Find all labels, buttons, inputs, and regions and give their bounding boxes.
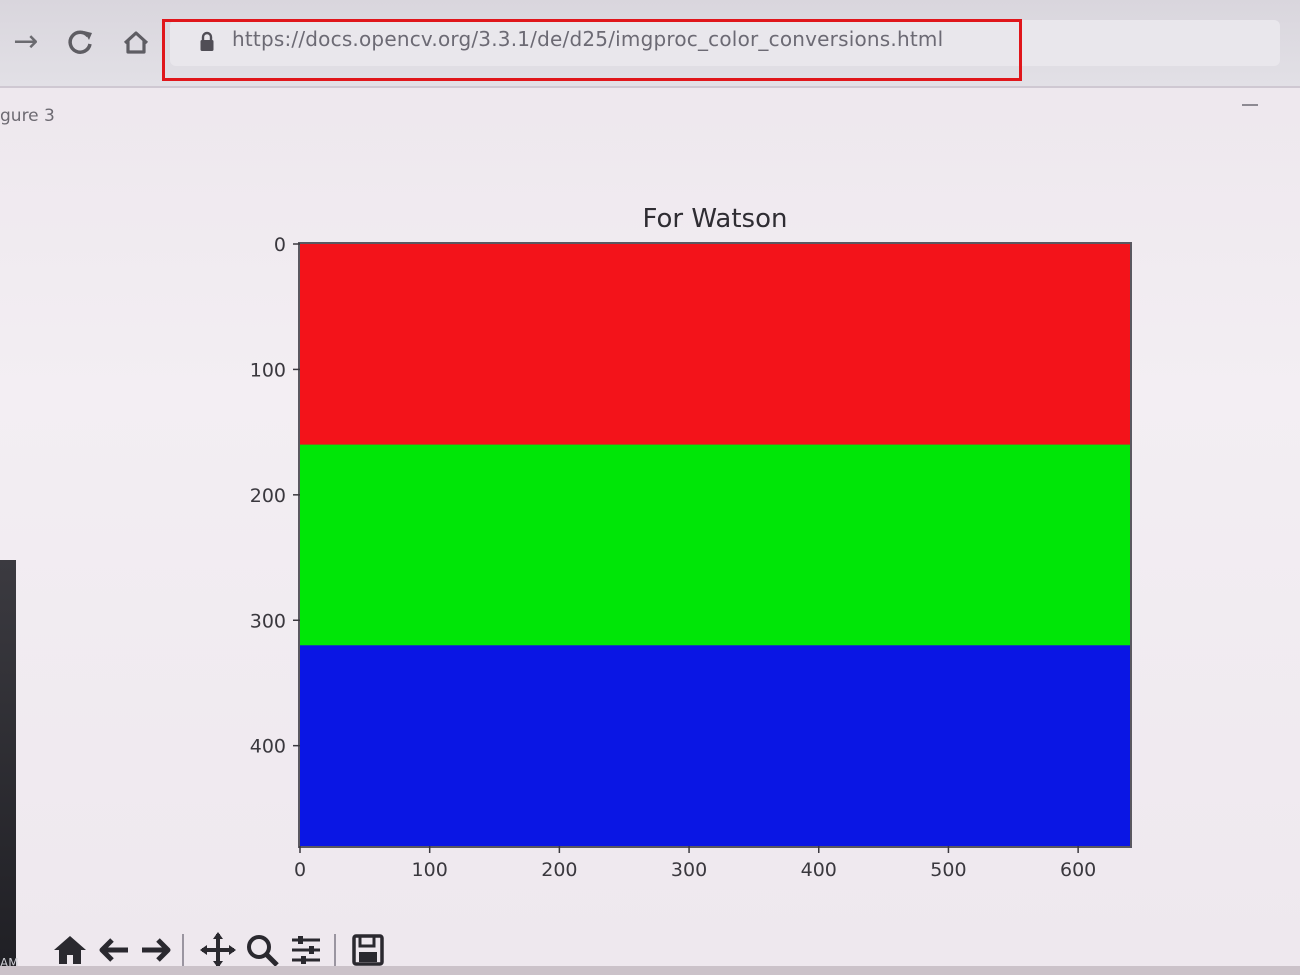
color-band-2 <box>300 645 1130 846</box>
x-tick-label: 600 <box>1060 859 1096 881</box>
y-tick-label: 0 <box>274 234 286 256</box>
y-tick-label: 200 <box>250 485 286 507</box>
x-tick-label: 0 <box>294 859 306 881</box>
y-tick-label: 300 <box>250 610 286 632</box>
configure-subplots-icon[interactable] <box>286 930 326 970</box>
screen: → https://docs.opencv.org/3.3.1/de/d25/i… <box>0 0 1300 975</box>
x-tick-label: 500 <box>930 859 966 881</box>
toolbar-separator <box>334 934 336 966</box>
pan-icon[interactable] <box>198 930 238 970</box>
taskbar-edge <box>0 560 16 975</box>
zoom-icon[interactable] <box>242 930 282 970</box>
save-icon[interactable] <box>348 930 388 970</box>
x-tick-label: 400 <box>801 859 837 881</box>
y-tick-label: 100 <box>250 359 286 381</box>
toolbar-separator <box>182 934 184 966</box>
x-tick-label: 200 <box>541 859 577 881</box>
forward-icon[interactable] <box>136 930 176 970</box>
y-tick-label: 400 <box>250 736 286 758</box>
x-tick-label: 100 <box>412 859 448 881</box>
back-icon[interactable] <box>94 930 134 970</box>
x-tick-label: 300 <box>671 859 707 881</box>
color-band-0 <box>300 244 1130 445</box>
color-band-1 <box>300 444 1130 646</box>
status-strip <box>0 966 1300 975</box>
home-icon[interactable] <box>50 930 90 970</box>
chart-canvas: 0 100 200 300 400 500 600 0 100 200 300 400 <box>250 234 1132 881</box>
